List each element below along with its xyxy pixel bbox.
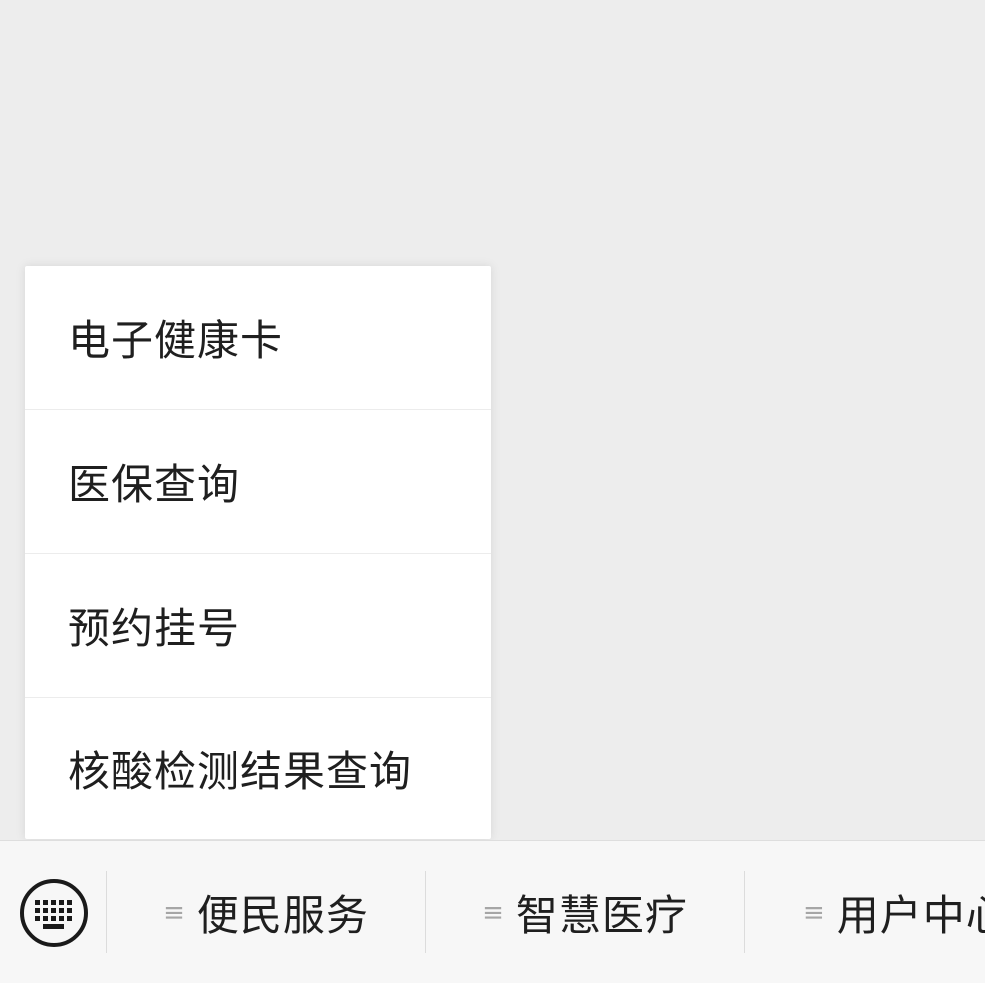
keyboard-icon xyxy=(19,878,88,947)
submenu-item-medical-insurance[interactable]: 医保查询 xyxy=(25,410,491,554)
menu-tab-smart-healthcare[interactable]: ≡ 智慧医疗 xyxy=(426,841,744,983)
submenu-item-label: 医保查询 xyxy=(68,460,241,509)
menu-list-icon: ≡ xyxy=(163,897,185,928)
menu-tab-label: 用户中心 xyxy=(836,891,985,940)
submenu-item-appointment[interactable]: 预约挂号 xyxy=(25,554,491,698)
menu-list-icon: ≡ xyxy=(803,897,825,928)
menu-tab-label: 便民服务 xyxy=(196,891,369,940)
submenu-popup: 电子健康卡 医保查询 预约挂号 核酸检测结果查询 xyxy=(25,266,491,839)
menu-tab-convenience-services[interactable]: ≡ 便民服务 xyxy=(107,841,425,983)
menu-tab-label: 智慧医疗 xyxy=(515,891,688,940)
keyboard-toggle-button[interactable] xyxy=(0,841,107,983)
chat-screen: 电子健康卡 医保查询 预约挂号 核酸检测结果查询 ≡ 便民服务 ≡ 智慧医疗 ≡… xyxy=(0,0,985,983)
menu-list-icon: ≡ xyxy=(482,897,504,928)
submenu-item-label: 预约挂号 xyxy=(68,604,241,653)
submenu-item-label: 电子健康卡 xyxy=(68,316,284,365)
bottom-menu-bar: ≡ 便民服务 ≡ 智慧医疗 ≡ 用户中心 xyxy=(0,840,985,983)
menu-tab-user-center[interactable]: ≡ 用户中心 xyxy=(745,841,985,983)
submenu-item-label: 核酸检测结果查询 xyxy=(68,747,413,796)
submenu-item-health-card[interactable]: 电子健康卡 xyxy=(25,266,491,410)
submenu-item-nucleic-acid-result[interactable]: 核酸检测结果查询 xyxy=(25,698,491,839)
